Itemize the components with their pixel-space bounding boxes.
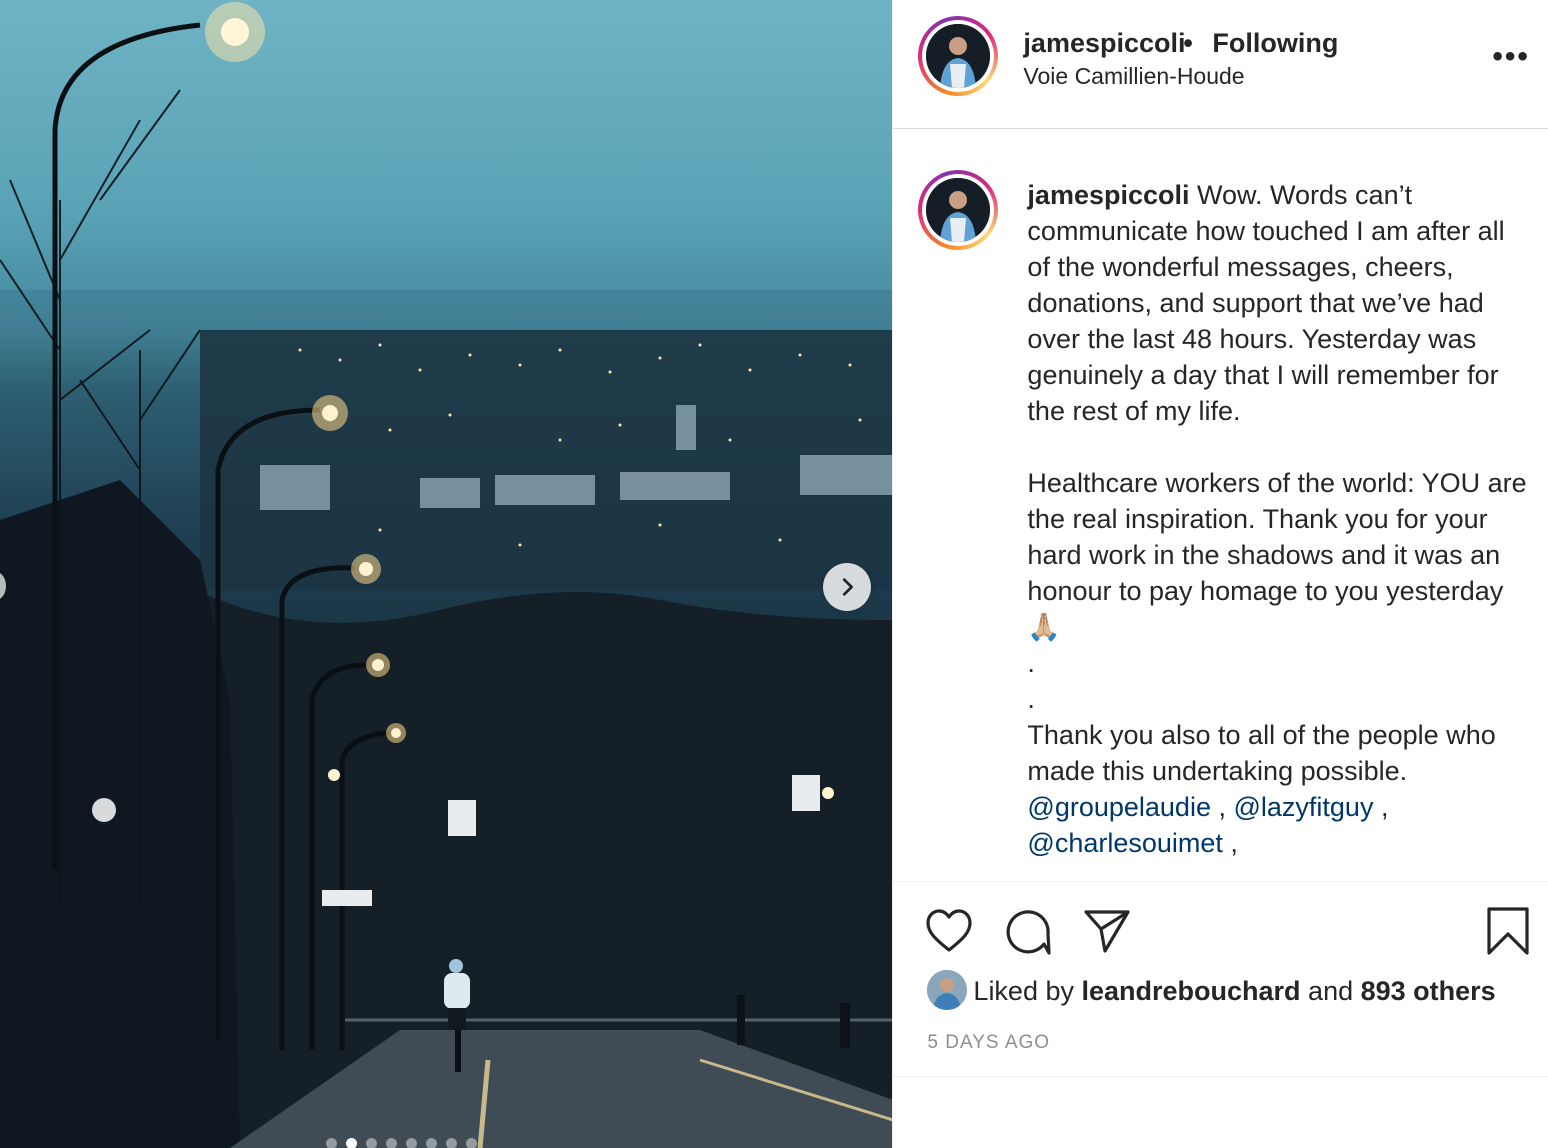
comment-icon [1007,910,1052,955]
bookmark-icon [1487,907,1530,955]
heart-icon [926,909,973,952]
comments-section[interactable]: jamespiccoli Wow. Words can’t communicat… [893,129,1548,881]
mention-separator: , [1210,792,1234,822]
carousel-dot [366,1138,377,1148]
mention-separator: , [1222,828,1238,858]
post-header: jamespiccoli • Following Voie Camillien-… [893,0,1548,129]
carousel-dot [446,1138,457,1148]
carousel-indicator [326,1138,477,1148]
post-caption: jamespiccoli Wow. Words can’t communicat… [1027,177,1527,861]
header-separator: • [1183,28,1193,58]
carousel-dot [346,1138,357,1148]
caption-username[interactable]: jamespiccoli [1027,180,1189,210]
share-icon [1084,910,1131,953]
carousel-dot [386,1138,397,1148]
likes-middle: and [1300,976,1361,1006]
post-photo[interactable] [0,0,893,1148]
carousel-next-button[interactable] [823,563,871,611]
mention-link[interactable]: @lazyfitguy [1233,792,1373,822]
carousel-dot [326,1138,337,1148]
caption-text: Wow. Words can’t communicate how touched… [1027,180,1527,786]
post-location[interactable]: Voie Camillien-Houde [1023,63,1244,90]
share-button[interactable] [1083,908,1131,959]
carousel-dot [466,1138,477,1148]
author-username[interactable]: jamespiccoli [1023,28,1185,59]
post-actions: Liked by leandrebouchard and 893 others … [893,881,1548,1077]
caption-avatar[interactable] [918,170,999,250]
mention-link[interactable]: @groupelaudie [1027,792,1211,822]
avatar-image [926,24,991,88]
mention-separator: , [1373,792,1396,822]
carousel-dot [426,1138,437,1148]
likes-summary: Liked by leandrebouchard and 893 others [973,976,1495,1007]
carousel-dot [406,1138,417,1148]
post-timestamp[interactable]: 5 DAYS AGO [927,1032,1050,1054]
liker-avatar[interactable] [927,970,968,1010]
avatar-image [926,178,991,242]
likes-count[interactable]: 893 others [1361,976,1496,1006]
mention-link[interactable]: @charlesouimet [1027,828,1223,858]
photo-scene [0,2,893,1148]
comment-button[interactable] [1004,908,1052,961]
likes-prefix: Liked by [973,976,1082,1006]
liker-username[interactable]: leandrebouchard [1082,976,1301,1006]
author-avatar[interactable] [918,16,999,96]
post-sidebar: jamespiccoli • Following Voie Camillien-… [892,0,1548,1148]
save-button[interactable] [1486,906,1530,961]
more-icon[interactable]: ••• [1492,40,1530,74]
like-button[interactable] [925,908,973,959]
instagram-post: jamespiccoli • Following Voie Camillien-… [0,0,1548,1148]
following-button[interactable]: Following [1212,28,1338,59]
chevron-right-icon [842,578,853,596]
